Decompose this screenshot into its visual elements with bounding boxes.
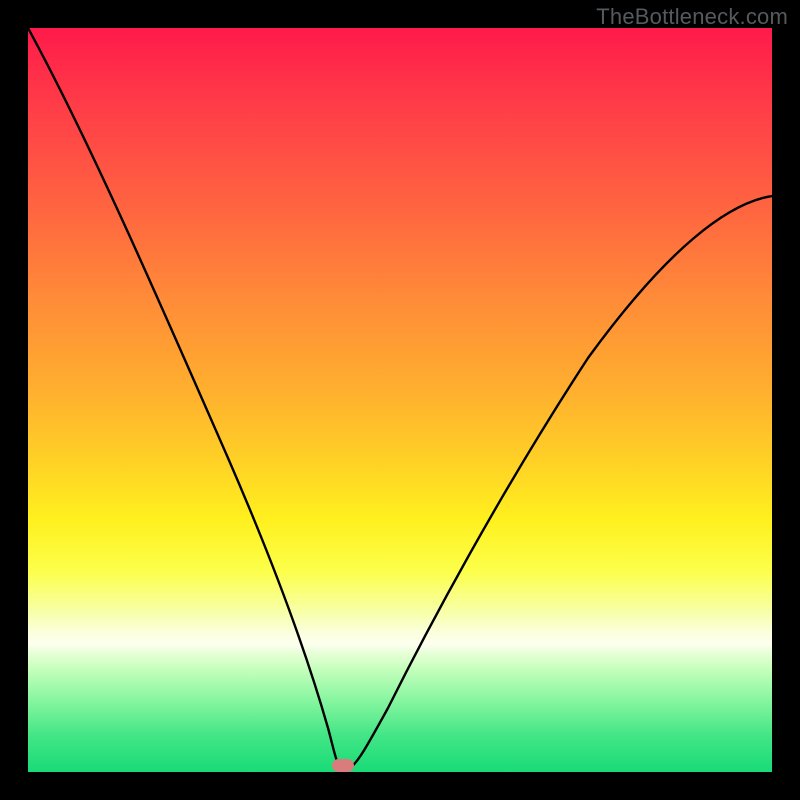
optimal-marker	[332, 759, 354, 772]
watermark-text: TheBottleneck.com	[596, 4, 788, 30]
bottleneck-curve	[28, 28, 772, 772]
curve-path	[28, 28, 772, 769]
plot-area	[28, 28, 772, 772]
chart-frame: TheBottleneck.com	[0, 0, 800, 800]
